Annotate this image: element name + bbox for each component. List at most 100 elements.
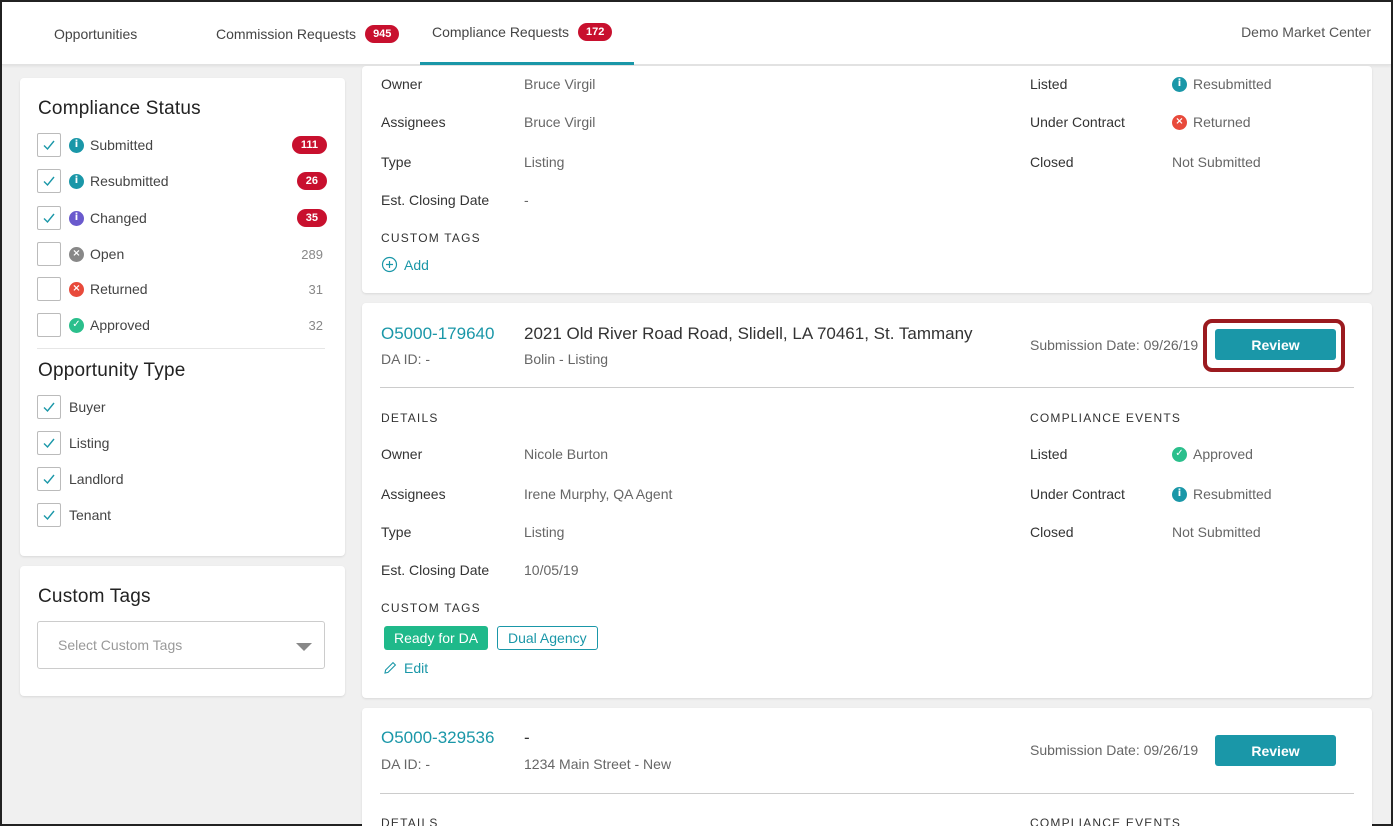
status-filter-resubmitted[interactable]: i Resubmitted 26 <box>37 168 327 194</box>
tag-ready-for-da[interactable]: Ready for DA <box>384 626 489 650</box>
check-circle-icon: ✓ <box>69 317 84 333</box>
add-tag-button[interactable]: Add <box>381 256 429 273</box>
tab-label: Commission Requests <box>216 25 357 42</box>
status-count: 289 <box>301 246 323 262</box>
type-label: Buyer <box>69 399 106 415</box>
type-filter-buyer[interactable]: Buyer <box>37 394 327 420</box>
tab-compliance-requests[interactable]: Compliance Requests 172 <box>420 2 634 65</box>
status-filter-open[interactable]: × Open 289 <box>37 241 327 267</box>
event-status: i Resubmitted <box>1172 76 1272 92</box>
submission-date: Submission Date: 09/26/19 <box>1030 337 1199 353</box>
closing-date-label: Est. Closing Date <box>381 192 490 208</box>
tab-opportunities[interactable]: Opportunities <box>54 2 137 65</box>
event-label: Under Contract <box>1030 486 1125 502</box>
type-filter-landlord[interactable]: Landlord <box>37 466 327 492</box>
event-status-text: Resubmitted <box>1193 486 1272 502</box>
type-value: Listing <box>524 524 565 540</box>
checkbox-unchecked[interactable] <box>37 277 61 301</box>
opportunity-subtitle: Bolin - Listing <box>524 351 609 367</box>
info-icon: i <box>69 210 84 226</box>
status-filter-approved[interactable]: ✓ Approved 32 <box>37 312 327 338</box>
tab-label: Compliance Requests <box>432 24 569 40</box>
custom-tags-panel: Custom Tags Select Custom Tags <box>20 566 345 696</box>
checkbox-checked[interactable] <box>37 503 61 527</box>
opportunity-subtitle: 1234 Main Street - New <box>524 756 672 772</box>
info-icon: i <box>69 173 84 189</box>
caret-down-icon <box>296 643 312 651</box>
tab-commission-requests[interactable]: Commission Requests 945 <box>216 2 400 65</box>
checkbox-unchecked[interactable] <box>37 313 61 337</box>
da-id: DA ID: - <box>381 351 431 367</box>
custom-tags-section-label: CUSTOM TAGS <box>381 601 481 615</box>
status-count-badge: 111 <box>291 136 327 154</box>
market-center-label[interactable]: Demo Market Center <box>1241 24 1371 40</box>
info-icon: i <box>1172 76 1187 92</box>
checkbox-checked[interactable] <box>37 206 61 230</box>
custom-tags-heading: Custom Tags <box>38 586 151 607</box>
tag-dual-agency[interactable]: Dual Agency <box>497 626 598 650</box>
checkbox-checked[interactable] <box>37 133 61 157</box>
opportunity-card: O5000-329536 - DA ID: - 1234 Main Street… <box>362 708 1372 826</box>
type-label: Listing <box>69 435 110 451</box>
type-filter-listing[interactable]: Listing <box>37 430 327 456</box>
details-section-label: DETAILS <box>381 816 439 826</box>
status-count: 31 <box>308 281 323 297</box>
review-button[interactable]: Review <box>1215 329 1336 360</box>
compliance-status-heading: Compliance Status <box>38 98 201 119</box>
checkbox-checked[interactable] <box>37 395 61 419</box>
edit-label: Edit <box>404 660 429 676</box>
type-filter-tenant[interactable]: Tenant <box>37 502 327 528</box>
details-section-label: DETAILS <box>381 411 439 425</box>
status-label: Changed <box>90 210 147 226</box>
edit-tags-button[interactable]: Edit <box>382 660 428 676</box>
count-badge: 945 <box>365 24 400 43</box>
status-count-badge: 35 <box>296 209 327 227</box>
checkbox-unchecked[interactable] <box>37 242 61 266</box>
tab-label: Opportunities <box>54 25 138 42</box>
custom-tags-select[interactable]: Select Custom Tags <box>37 621 325 669</box>
opportunity-id-link[interactable]: O5000-329536 <box>381 728 494 748</box>
event-label: Closed <box>1030 524 1074 540</box>
event-label: Closed <box>1030 154 1074 170</box>
compliance-events-section-label: COMPLIANCE EVENTS <box>1030 816 1182 826</box>
x-circle-icon: × <box>1172 114 1187 130</box>
status-filter-returned[interactable]: × Returned 31 <box>37 276 327 302</box>
status-label: Returned <box>90 281 148 297</box>
event-label: Listed <box>1030 446 1068 462</box>
da-id: DA ID: - <box>381 756 431 772</box>
checkbox-checked[interactable] <box>37 169 61 193</box>
event-status: i Resubmitted <box>1172 486 1272 502</box>
opportunity-address: 2021 Old River Road Road, Slidell, LA 70… <box>524 324 973 343</box>
status-filter-changed[interactable]: i Changed 35 <box>37 205 327 231</box>
x-circle-icon: × <box>69 246 84 262</box>
assignees-value: Bruce Virgil <box>524 114 596 130</box>
status-label: Approved <box>90 317 150 333</box>
assignees-value: Irene Murphy, QA Agent <box>524 486 673 502</box>
status-filter-submitted[interactable]: i Submitted 111 <box>37 132 327 158</box>
assignees-label: Assignees <box>381 114 446 130</box>
event-status: × Returned <box>1172 114 1251 130</box>
status-count: 32 <box>308 317 323 333</box>
checkbox-checked[interactable] <box>37 431 61 455</box>
custom-tags-section-label: CUSTOM TAGS <box>381 231 481 245</box>
review-button[interactable]: Review <box>1215 735 1336 766</box>
assignees-label: Assignees <box>381 486 446 502</box>
compliance-events-section-label: COMPLIANCE EVENTS <box>1030 411 1182 425</box>
closing-date-value: 10/05/19 <box>524 562 579 578</box>
divider <box>380 793 1354 794</box>
owner-value: Nicole Burton <box>524 446 609 462</box>
opportunity-type-heading: Opportunity Type <box>38 360 186 381</box>
opportunity-card: Owner Bruce Virgil Assignees Bruce Virgi… <box>362 66 1372 293</box>
opportunity-id-link[interactable]: O5000-179640 <box>381 324 494 344</box>
status-label: Open <box>90 246 125 262</box>
status-count-badge: 26 <box>296 172 327 190</box>
select-placeholder: Select Custom Tags <box>58 637 183 653</box>
type-label: Landlord <box>69 471 124 487</box>
event-status: ✓ Approved <box>1172 446 1253 462</box>
submission-date: Submission Date: 09/26/19 <box>1030 742 1199 758</box>
checkbox-checked[interactable] <box>37 467 61 491</box>
closing-date-value: - <box>524 192 529 208</box>
pencil-icon <box>384 661 397 674</box>
event-label: Listed <box>1030 76 1068 92</box>
owner-label: Owner <box>381 446 423 462</box>
